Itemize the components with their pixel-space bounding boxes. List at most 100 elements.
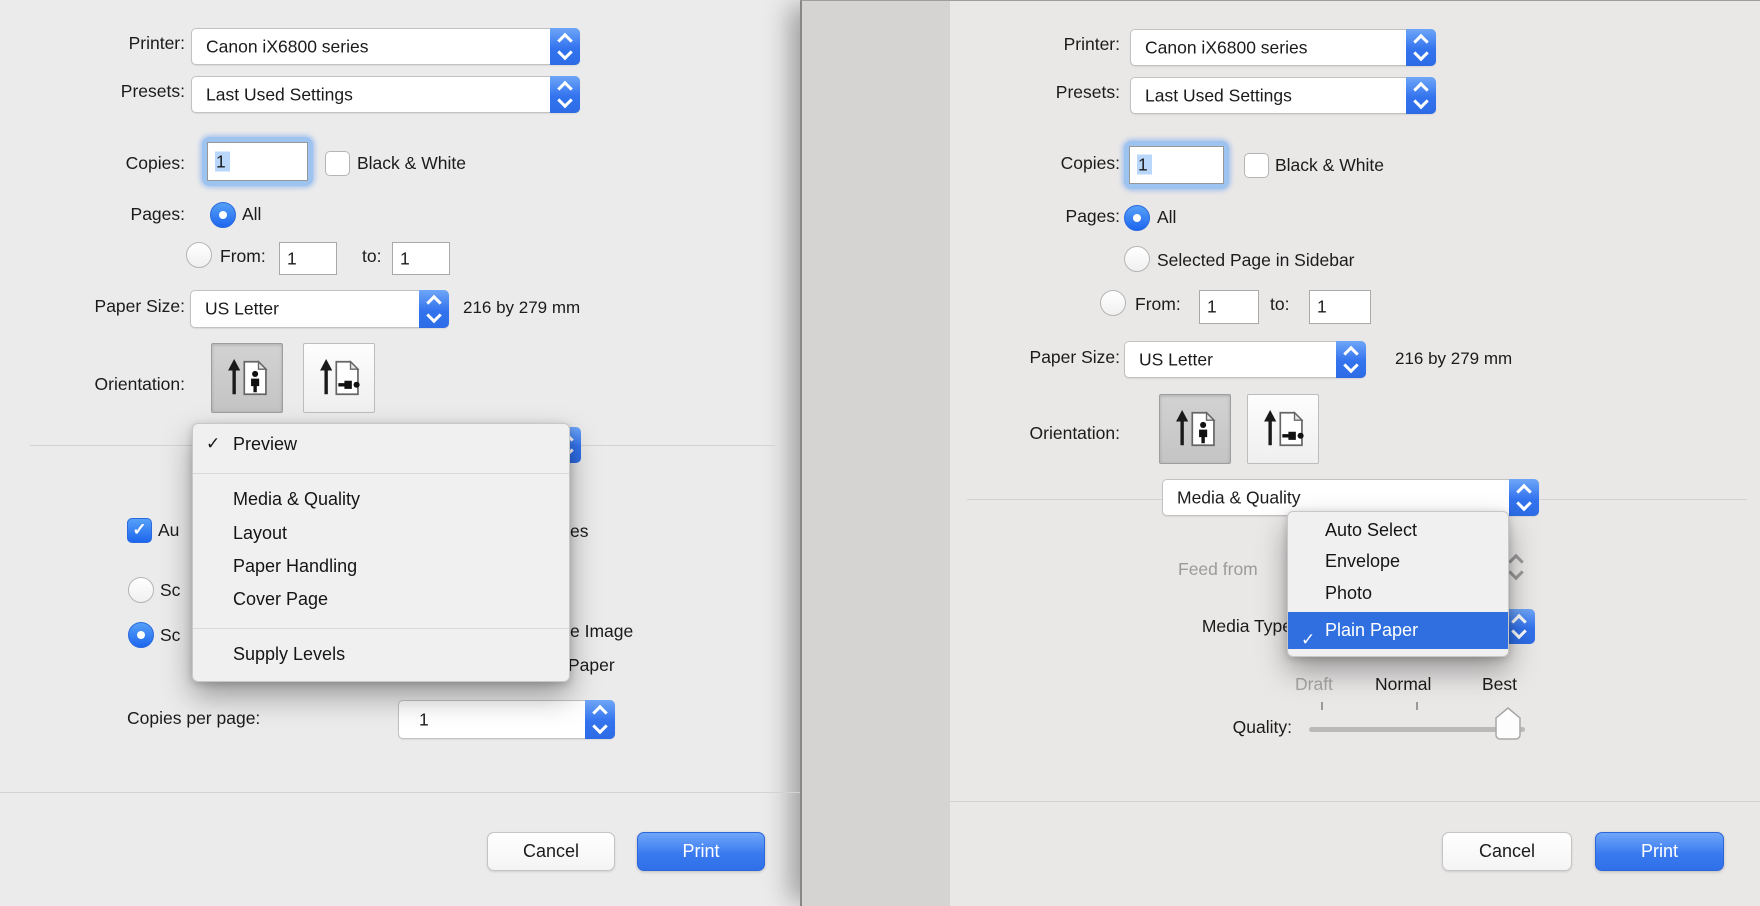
presets-select[interactable]: Last Used Settings — [1130, 77, 1436, 114]
pages-from-value: 1 — [1207, 297, 1217, 318]
quality-tick-label-normal: Normal — [1375, 674, 1431, 695]
portrait-icon — [1172, 406, 1218, 452]
landscape-icon — [1260, 406, 1306, 452]
menu-item-label: Photo — [1325, 583, 1372, 604]
paper-size-value: US Letter — [205, 299, 279, 320]
pages-from-value: 1 — [287, 248, 297, 269]
menu-item-label: Cover Page — [233, 589, 328, 610]
stepper-icon — [550, 28, 580, 65]
scale-radio[interactable] — [128, 577, 154, 603]
printer-select[interactable]: Canon iX6800 series — [191, 28, 580, 65]
pages-from-label: From: — [1135, 294, 1181, 315]
pages-to-value: 1 — [400, 248, 410, 269]
printer-label: Printer: — [962, 34, 1120, 55]
black-white-checkbox[interactable] — [1244, 153, 1269, 178]
presets-label: Presets: — [962, 82, 1120, 103]
orientation-portrait-button[interactable] — [1159, 394, 1231, 464]
pages-range-radio[interactable] — [1100, 290, 1126, 316]
menu-item-label: Media & Quality — [233, 489, 360, 510]
menu-item-label: Envelope — [1325, 551, 1400, 572]
copies-input[interactable]: 1 — [207, 142, 308, 181]
menu-separator — [193, 473, 569, 474]
copies-input[interactable]: 1 — [1129, 146, 1224, 184]
menu-item-label: Plain Paper — [1325, 612, 1418, 649]
paper-size-select[interactable]: US Letter — [1124, 341, 1366, 378]
obscured-text-fragment-es: es — [570, 521, 588, 542]
feed-from-label: Feed from — [1178, 559, 1258, 580]
menu-item-label: Auto Select — [1325, 520, 1417, 541]
pages-all-label: All — [242, 204, 261, 225]
pages-to-value: 1 — [1317, 297, 1327, 318]
obscured-text-fragment-paper: Paper — [568, 655, 615, 676]
orientation-landscape-button[interactable] — [303, 343, 375, 413]
black-white-label: Black & White — [357, 153, 466, 174]
pages-all-label: All — [1157, 207, 1176, 228]
menu-item-plain-paper[interactable]: ✓ Plain Paper — [1288, 612, 1508, 649]
stepper-icon — [1509, 479, 1539, 516]
pages-all-radio[interactable] — [210, 202, 236, 228]
left-print-dialog: Printer: Canon iX6800 series Presets: La… — [0, 0, 800, 906]
pages-from-input[interactable]: 1 — [1199, 290, 1259, 324]
preview-pane-edge — [802, 1, 950, 906]
pages-to-label: to: — [1270, 294, 1289, 315]
print-button[interactable]: Print — [1595, 832, 1724, 871]
paper-size-label: Paper Size: — [20, 296, 185, 317]
presets-select-value: Last Used Settings — [1145, 85, 1292, 106]
cancel-button[interactable]: Cancel — [487, 832, 615, 871]
pages-selected-sidebar-radio[interactable] — [1124, 246, 1150, 272]
copies-input-value: 1 — [215, 151, 230, 171]
scale-to-fit-radio[interactable] — [128, 622, 154, 648]
stepper-icon — [585, 700, 615, 739]
copies-label: Copies: — [20, 153, 185, 174]
printer-select[interactable]: Canon iX6800 series — [1130, 29, 1436, 66]
menu-separator — [193, 628, 569, 629]
auto-rotate-checkbox[interactable]: ✓ — [127, 518, 152, 543]
quality-tick-label-best: Best — [1482, 674, 1517, 695]
quality-slider-thumb[interactable] — [1495, 707, 1521, 746]
print-button[interactable]: Print — [637, 832, 765, 871]
menu-item-label: Paper Handling — [233, 556, 357, 577]
pages-selected-sidebar-label: Selected Page in Sidebar — [1157, 250, 1355, 271]
portrait-icon — [224, 355, 270, 401]
copies-label: Copies: — [962, 153, 1120, 174]
pages-from-input[interactable]: 1 — [279, 242, 337, 275]
paper-size-select[interactable]: US Letter — [190, 290, 449, 328]
paper-size-label: Paper Size: — [962, 347, 1120, 368]
stepper-icon — [1406, 29, 1436, 66]
check-icon: ✓ — [128, 519, 151, 542]
copies-input-focus-ring: 1 — [202, 137, 313, 186]
orientation-label: Orientation: — [962, 423, 1120, 444]
pages-to-input[interactable]: 1 — [1309, 290, 1371, 324]
obscured-checkbox-label-fragment: Au — [158, 520, 179, 541]
copies-input-focus-ring: 1 — [1124, 141, 1229, 189]
black-white-checkbox[interactable] — [325, 151, 350, 176]
copies-per-page-select[interactable]: 1 — [398, 700, 615, 739]
sections-select-value: Media & Quality — [1177, 487, 1301, 508]
orientation-landscape-button[interactable] — [1247, 394, 1319, 464]
stepper-icon — [419, 290, 449, 328]
check-icon: ✓ — [206, 434, 220, 454]
footer-divider — [0, 792, 800, 793]
orientation-portrait-button[interactable] — [211, 343, 283, 413]
right-print-dialog: Printer: Canon iX6800 series Presets: La… — [800, 0, 1760, 906]
obscured-scale-fit-label-fragment: Sc — [160, 625, 180, 646]
quality-tick-label-draft: Draft — [1295, 674, 1333, 695]
orientation-label: Orientation: — [20, 374, 185, 395]
paper-size-dimensions: 216 by 279 mm — [463, 298, 580, 318]
copies-input-value: 1 — [1137, 155, 1152, 175]
paper-size-dimensions: 216 by 279 mm — [1395, 349, 1512, 369]
cancel-button[interactable]: Cancel — [1442, 832, 1572, 871]
obscured-text-fragment-image: e Image — [570, 621, 633, 642]
pages-range-radio[interactable] — [186, 242, 212, 268]
presets-select[interactable]: Last Used Settings — [191, 76, 580, 113]
pages-to-input[interactable]: 1 — [392, 242, 450, 275]
pages-all-radio[interactable] — [1124, 205, 1150, 231]
quality-slider-track[interactable] — [1309, 727, 1525, 732]
landscape-icon — [316, 355, 362, 401]
copies-per-page-label: Copies per page: — [127, 708, 378, 729]
slider-tick — [1321, 702, 1323, 710]
slider-tick — [1416, 702, 1418, 710]
black-white-label: Black & White — [1275, 155, 1384, 176]
sections-dropdown-menu: ✓ Preview Media & Quality Layout Paper H… — [192, 423, 570, 682]
menu-item-label: Layout — [233, 523, 287, 544]
